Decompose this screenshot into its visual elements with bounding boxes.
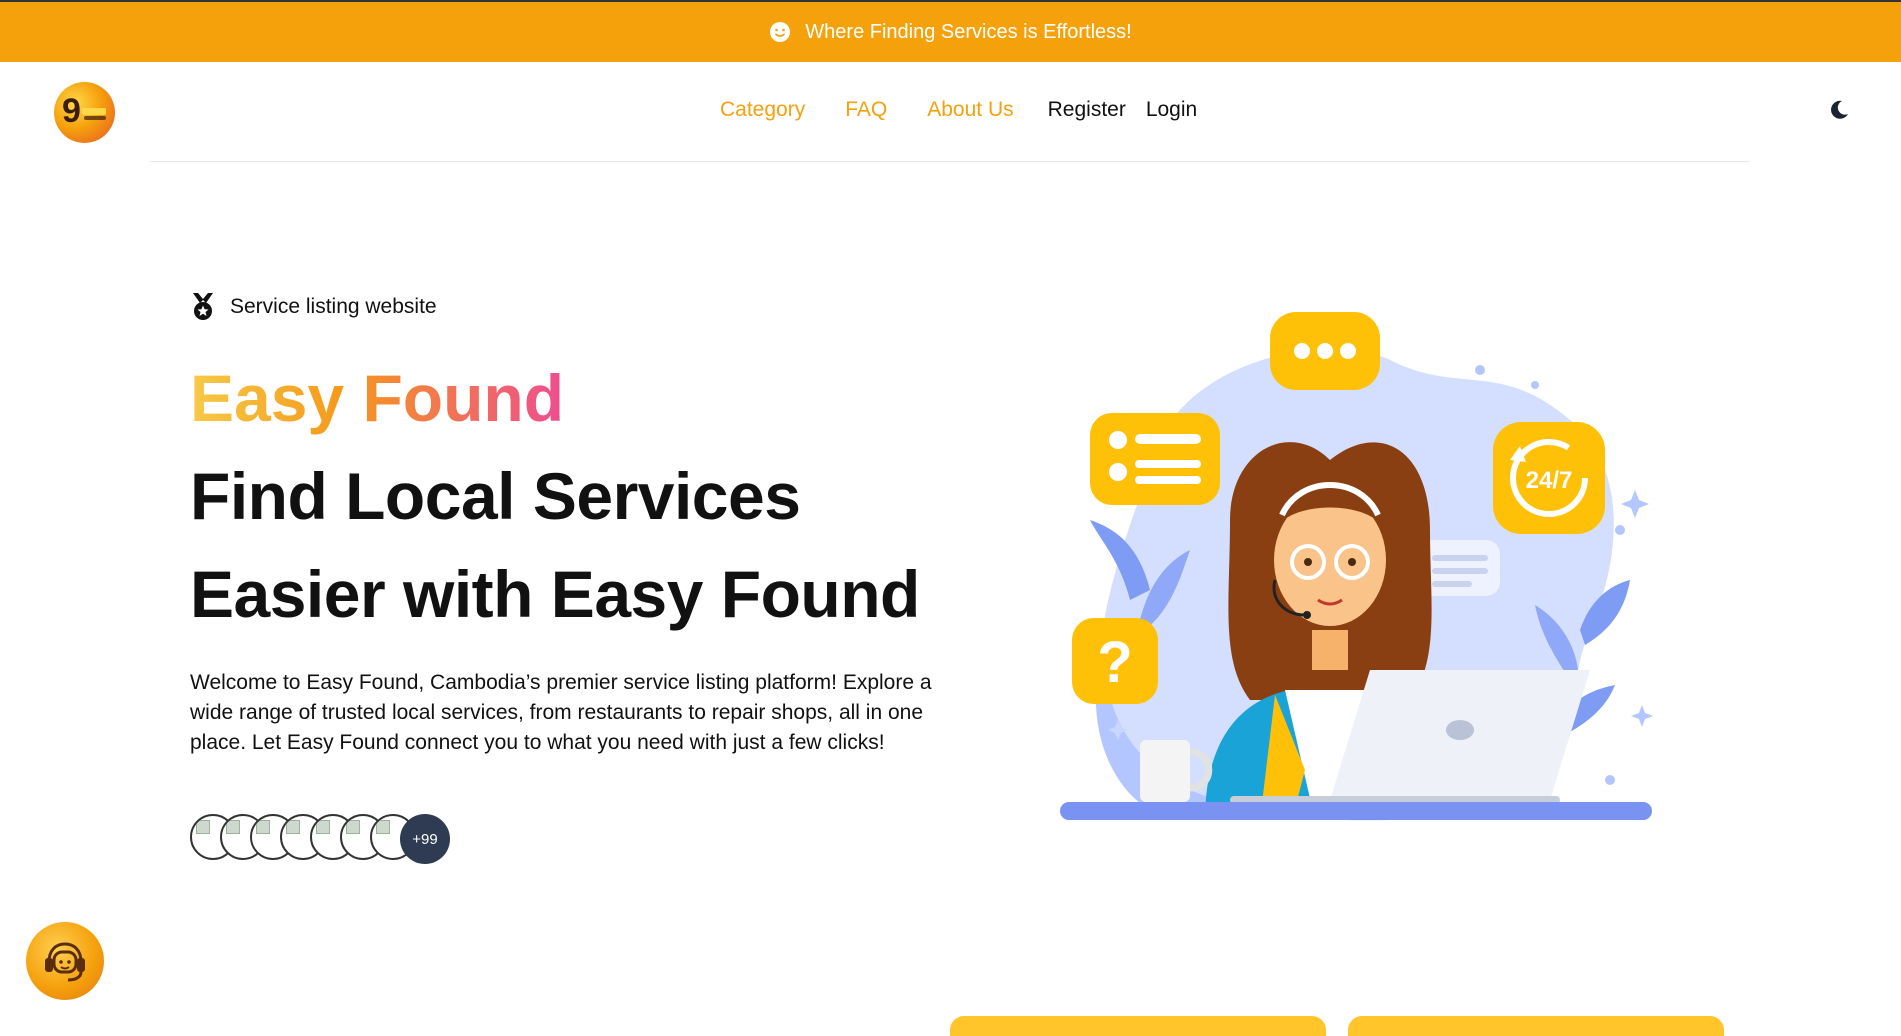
svg-text:9: 9 (62, 92, 81, 130)
illustration-24-7-label: 24/7 (1526, 467, 1573, 494)
announcement-bar: Where Finding Services is Effortless! (0, 0, 1901, 62)
support-chat-icon[interactable] (26, 922, 104, 1000)
main-nav: Category FAQ About Us Register Login (720, 98, 1197, 122)
hero-badge: Service listing website (190, 292, 437, 322)
site-logo[interactable]: 9 (54, 82, 115, 143)
hero-description: Welcome to Easy Found, Cambodia’s premie… (190, 671, 932, 754)
nav-about-us[interactable]: About Us (927, 98, 1013, 122)
medal-icon (190, 292, 216, 322)
brand-title: Easy Found (190, 361, 565, 435)
hero-headline-line-1: Find Local Services (190, 459, 801, 533)
category-card[interactable] (950, 1016, 1326, 1036)
category-card[interactable] (1348, 1016, 1724, 1036)
announcement-text: Where Finding Services is Effortless! (805, 20, 1132, 43)
nav-faq[interactable]: FAQ (845, 98, 887, 122)
support-agent-illustration: 24/7 ? (1060, 312, 1653, 821)
navbar: 9 Category FAQ About Us Register Login (0, 62, 1901, 162)
avatar-more-count: +99 (400, 814, 450, 864)
hero-headline-line-2: Easier with Easy Found (190, 557, 920, 631)
nav-divider (150, 161, 1750, 162)
smile-icon (769, 21, 791, 43)
login-link[interactable]: Login (1146, 98, 1197, 122)
register-link[interactable]: Register (1048, 98, 1126, 122)
hero-badge-text: Service listing website (230, 295, 437, 318)
svg-text:?: ? (1097, 630, 1132, 695)
moon-icon[interactable] (1828, 99, 1850, 121)
nav-category[interactable]: Category (720, 98, 805, 122)
